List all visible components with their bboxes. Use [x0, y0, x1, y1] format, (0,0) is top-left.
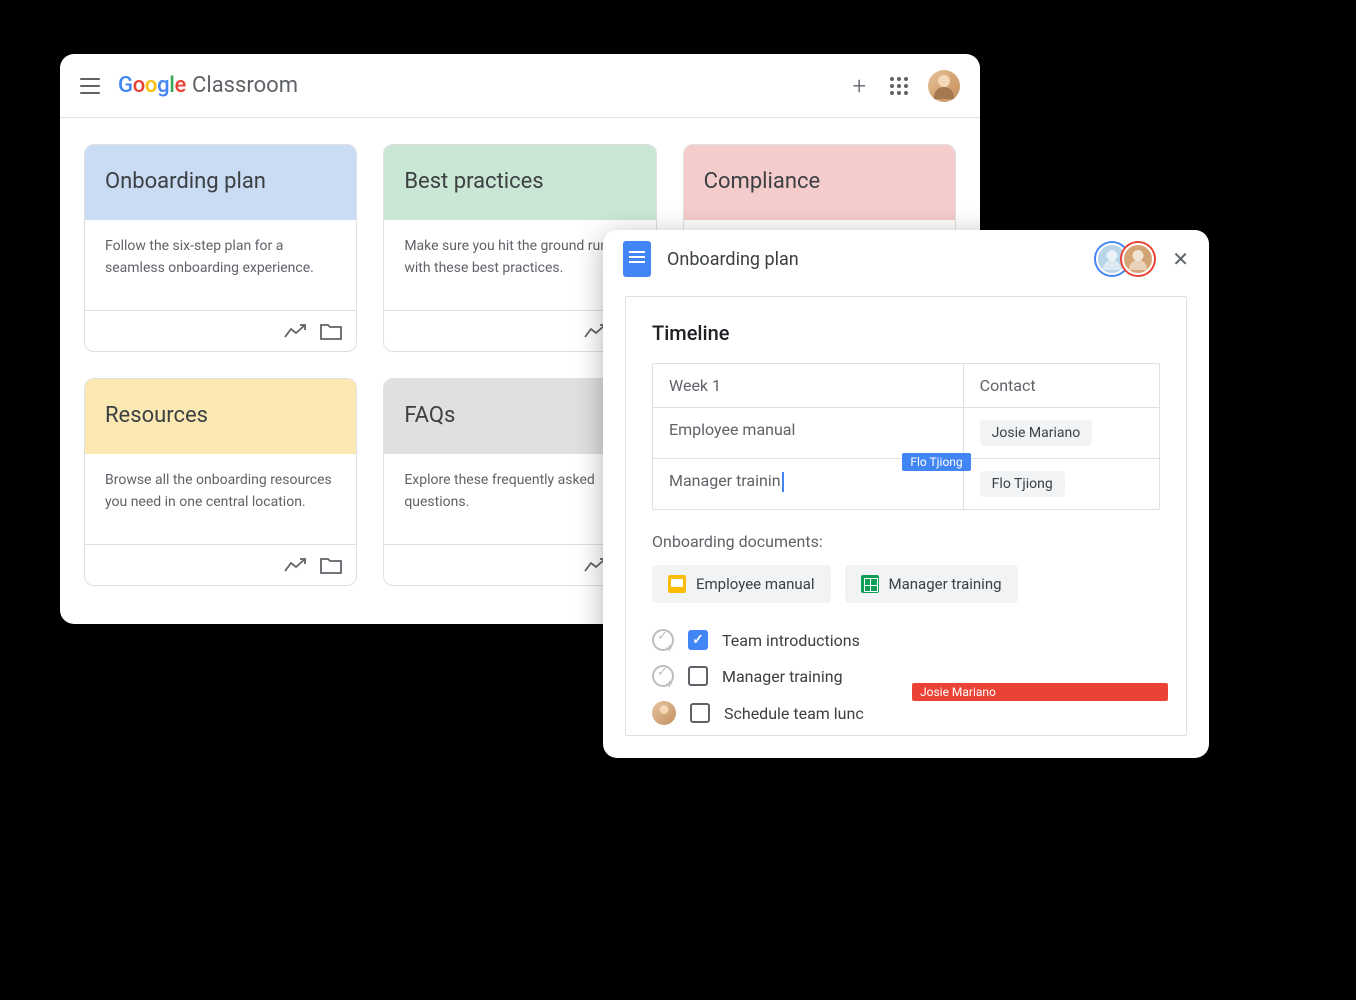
table-header-cell: Week 1	[653, 364, 964, 407]
collaborator-cursor-tag: Josie Mariano	[912, 683, 1168, 701]
card-title: Onboarding plan	[85, 145, 356, 220]
class-card-onboarding-plan[interactable]: Onboarding plan Follow the six-step plan…	[84, 144, 357, 352]
docs-header: Onboarding plan ✕	[603, 230, 1209, 288]
google-logo: Google	[118, 73, 186, 98]
table-cell[interactable]: Flo Tjiong	[964, 459, 1159, 509]
folder-icon[interactable]	[320, 555, 342, 575]
cell-text: Manager trainin	[669, 471, 781, 490]
card-footer	[85, 310, 356, 351]
google-apps-icon[interactable]	[890, 77, 908, 95]
create-class-icon[interactable]: +	[852, 72, 866, 100]
class-card-resources[interactable]: Resources Browse all the onboarding reso…	[84, 378, 357, 586]
docs-window: Onboarding plan ✕ Timeline Week 1 Contac…	[603, 230, 1209, 758]
table-header-cell: Contact	[964, 364, 1159, 407]
chip-label: Manager training	[889, 575, 1002, 593]
close-icon[interactable]: ✕	[1172, 247, 1189, 271]
table-cell[interactable]: Employee manual	[653, 408, 964, 458]
checkbox[interactable]	[690, 703, 710, 723]
card-description: Follow the six-step plan for a seamless …	[85, 220, 356, 310]
checkbox[interactable]	[688, 630, 708, 650]
collaborator-avatars	[1102, 243, 1154, 275]
documents-label: Onboarding documents:	[652, 532, 1160, 551]
document-canvas[interactable]: Timeline Week 1 Contact Employee manual …	[625, 296, 1187, 736]
document-chip-manager-training[interactable]: Manager training	[845, 565, 1018, 603]
table-cell[interactable]: Josie Mariano	[964, 408, 1159, 458]
sheets-icon	[861, 575, 879, 593]
assign-icon[interactable]: +	[652, 629, 674, 651]
table-cell[interactable]: Manager trainin Flo Tjiong	[653, 459, 964, 509]
card-footer	[85, 544, 356, 585]
timeline-table: Week 1 Contact Employee manual Josie Mar…	[652, 363, 1160, 510]
account-avatar[interactable]	[928, 70, 960, 102]
document-title[interactable]: Onboarding plan	[667, 249, 799, 270]
card-description: Browse all the onboarding resources you …	[85, 454, 356, 544]
collaborator-avatar[interactable]	[1122, 243, 1154, 275]
collaborator-cursor-tag: Flo Tjiong	[902, 453, 970, 471]
menu-icon[interactable]	[80, 78, 100, 94]
collaborator-cursor	[782, 472, 784, 492]
slides-icon	[668, 575, 686, 593]
document-chip-employee-manual[interactable]: Employee manual	[652, 565, 831, 603]
checklist-item: Schedule team lunc Josie Mariano	[652, 701, 1160, 725]
document-chips: Employee manual Manager training	[652, 565, 1160, 603]
trending-icon[interactable]	[284, 555, 306, 575]
contact-chip[interactable]: Josie Mariano	[980, 420, 1093, 446]
checklist-item: + Team introductions	[652, 629, 1160, 651]
table-header-row: Week 1 Contact	[653, 364, 1159, 408]
checklist-text[interactable]: Manager training	[722, 667, 843, 686]
chip-label: Employee manual	[696, 575, 815, 593]
card-title: Resources	[85, 379, 356, 454]
contact-chip[interactable]: Flo Tjiong	[980, 471, 1065, 497]
assign-icon[interactable]: +	[652, 665, 674, 687]
trending-icon[interactable]	[284, 321, 306, 341]
section-heading: Timeline	[652, 321, 1160, 345]
table-row: Manager trainin Flo Tjiong Flo Tjiong	[653, 459, 1159, 509]
app-name: Classroom	[192, 73, 298, 98]
google-docs-icon	[623, 241, 651, 277]
folder-icon[interactable]	[320, 321, 342, 341]
checklist-text[interactable]: Team introductions	[722, 631, 860, 650]
checklist-text[interactable]: Schedule team lunc	[724, 704, 864, 723]
table-row: Employee manual Josie Mariano	[653, 408, 1159, 459]
card-title: Best practices	[384, 145, 655, 220]
assignee-avatar[interactable]	[652, 701, 676, 725]
classroom-header: Google Classroom +	[60, 54, 980, 118]
checkbox[interactable]	[688, 666, 708, 686]
checklist: + Team introductions + Manager training …	[652, 629, 1160, 725]
card-title: Compliance	[684, 145, 955, 220]
